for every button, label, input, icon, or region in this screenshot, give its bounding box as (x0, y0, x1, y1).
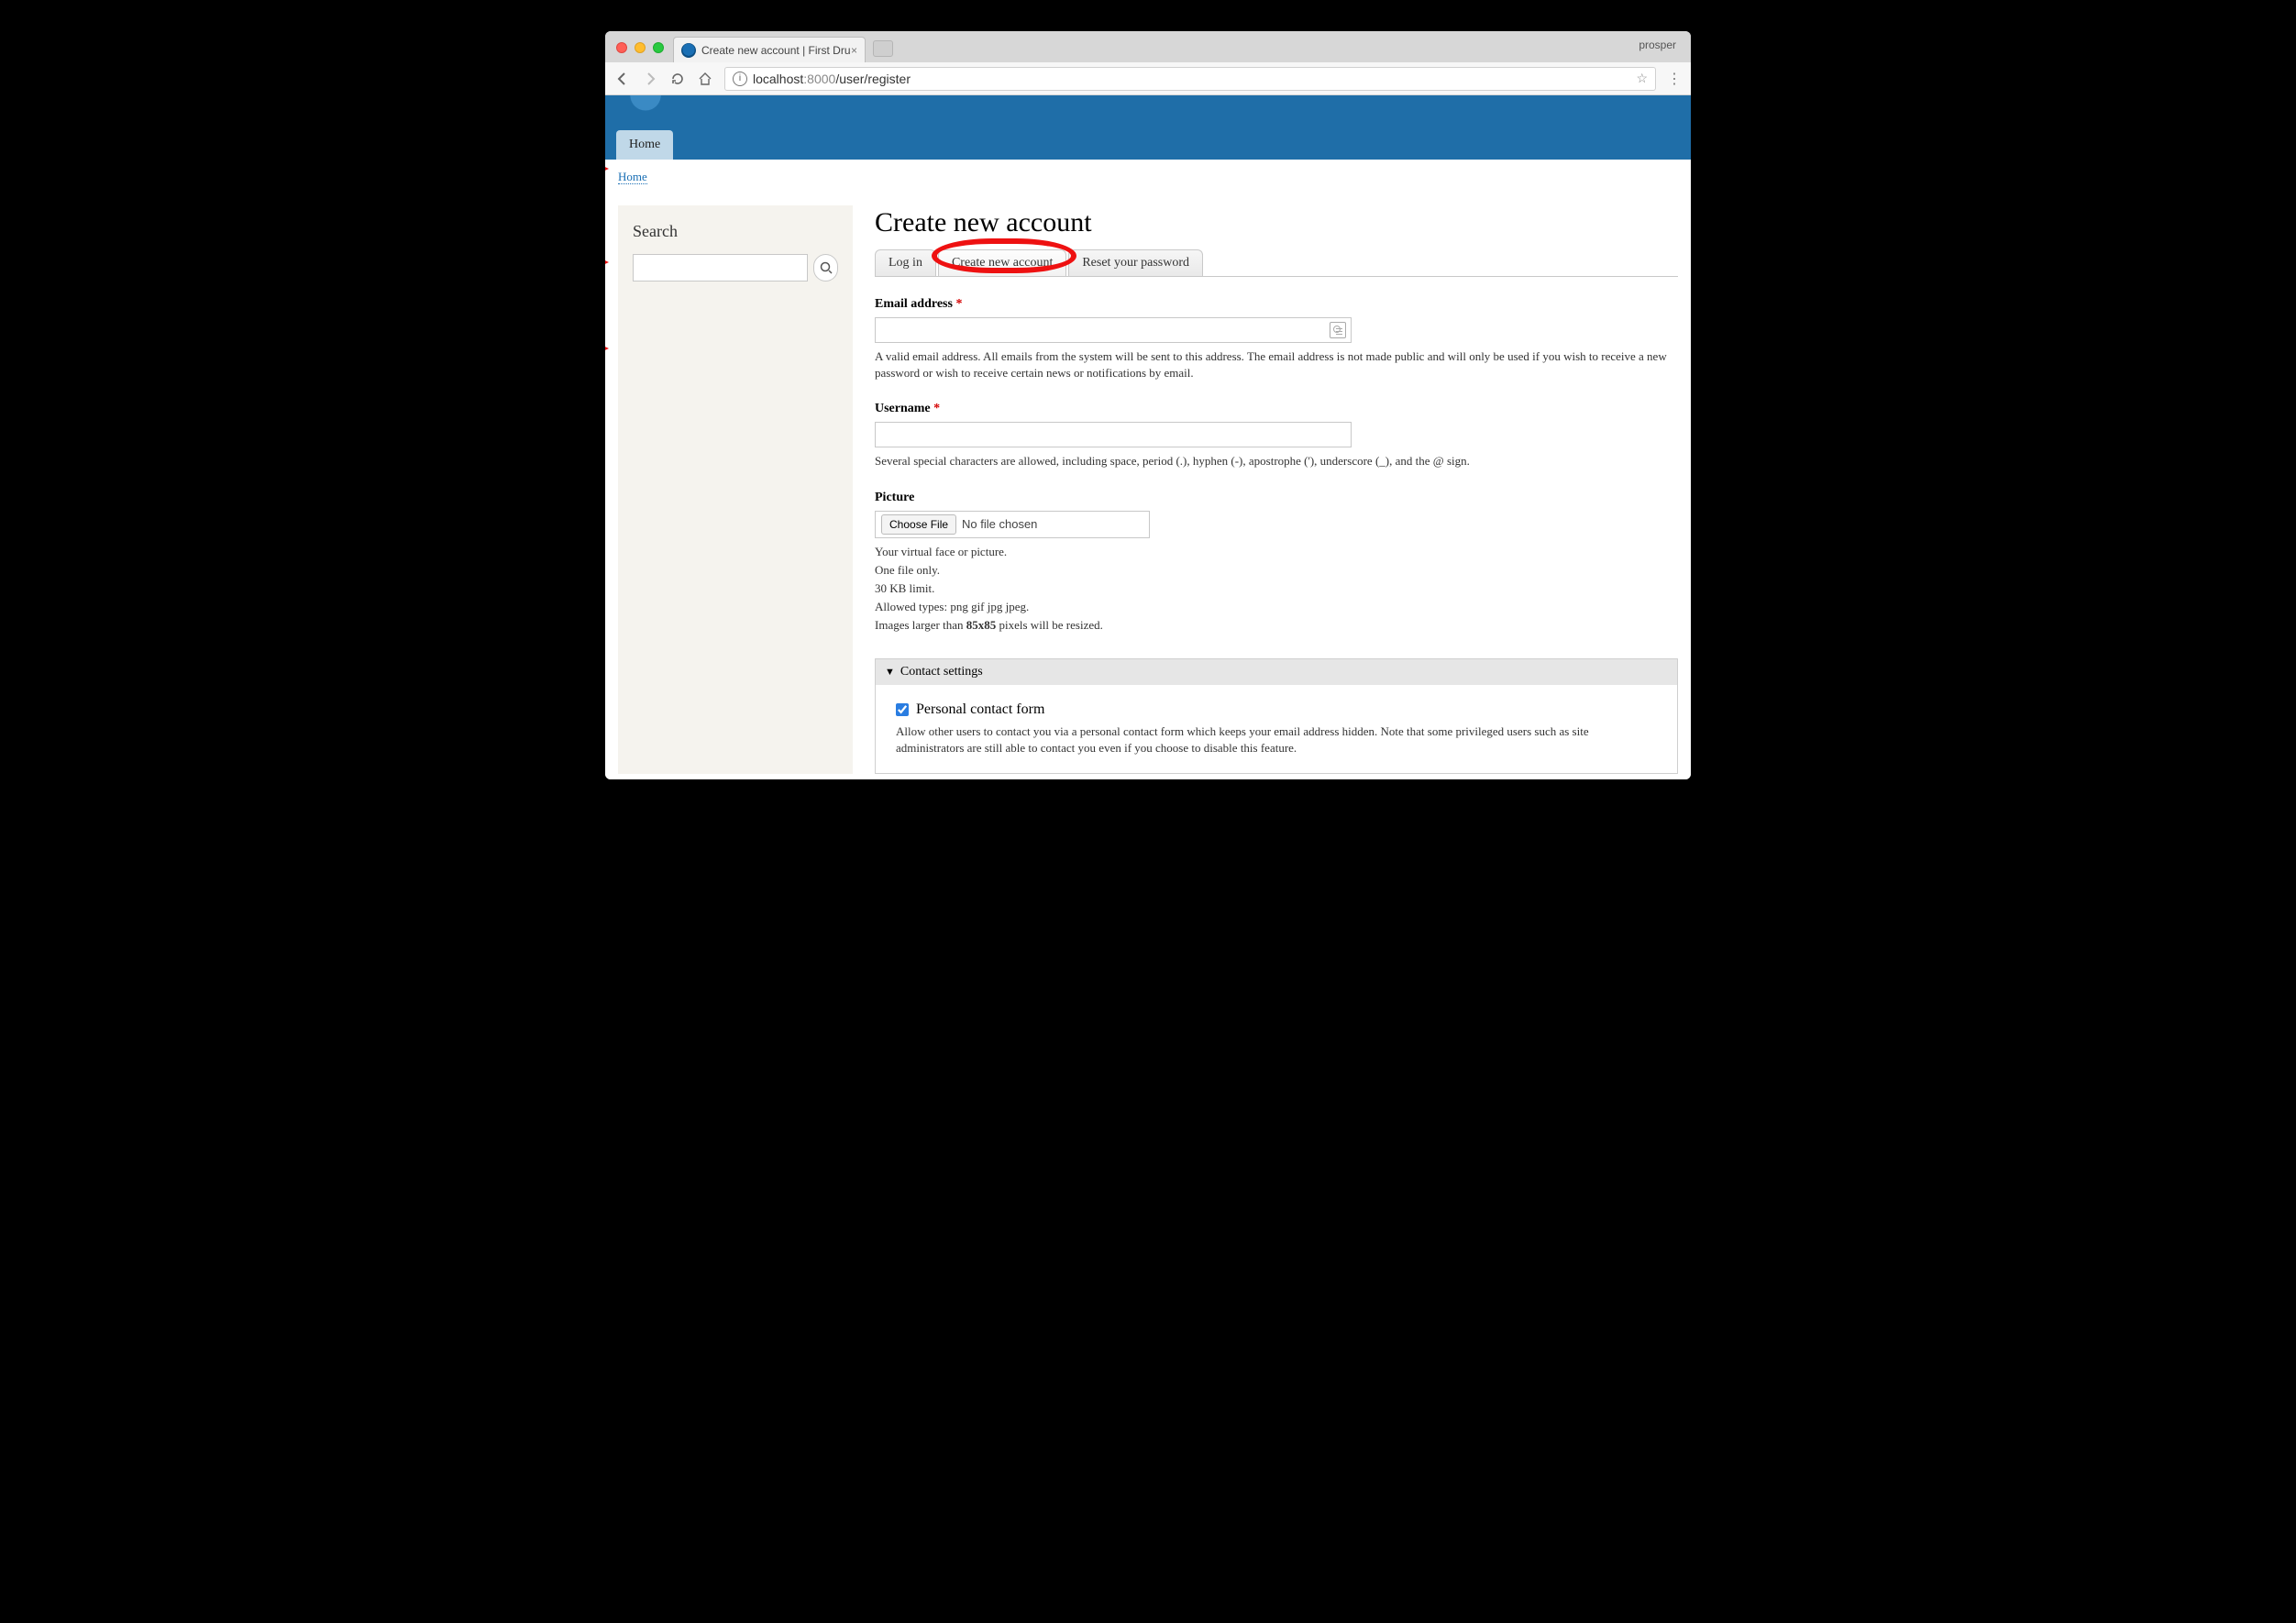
contact-help: Allow other users to contact you via a p… (896, 723, 1657, 756)
annotation-arrow-2 (605, 242, 609, 275)
profile-name[interactable]: prosper (1639, 39, 1676, 51)
site-info-icon[interactable]: i (733, 72, 747, 86)
tab-title: Create new account | First Dru (701, 44, 851, 57)
email-help: A valid email address. All emails from t… (875, 348, 1678, 381)
tab-create-account[interactable]: Create new account (938, 249, 1066, 276)
email-label: Email address (875, 297, 953, 311)
picture-file-input[interactable]: Choose File No file chosen (875, 511, 1150, 538)
choose-file-button[interactable]: Choose File (881, 514, 956, 535)
required-marker: * (933, 402, 940, 415)
tab-bar: Create new account | First Dru × prosper (605, 31, 1691, 62)
close-window-button[interactable] (616, 42, 627, 53)
reload-button[interactable] (669, 71, 686, 87)
search-icon (819, 260, 833, 275)
drupal-favicon-icon (681, 43, 696, 58)
contact-card-icon (1330, 322, 1346, 338)
sidebar: Search (618, 205, 853, 774)
primary-nav: Home (605, 125, 1691, 160)
file-status-text: No file chosen (962, 517, 1037, 531)
back-button[interactable] (614, 71, 631, 87)
username-help: Several special characters are allowed, … (875, 453, 1678, 469)
contact-settings-panel: Contact settings Personal contact form A… (875, 658, 1678, 774)
personal-contact-checkbox[interactable] (896, 703, 909, 716)
url-host: localhost (753, 72, 803, 86)
picture-help-5: Images larger than 85x85 pixels will be … (875, 617, 1678, 634)
username-field[interactable] (875, 422, 1352, 447)
picture-help-2: One file only. (875, 562, 1678, 579)
url-port: :8000 (803, 72, 835, 86)
tab-login[interactable]: Log in (875, 249, 936, 276)
search-input[interactable] (633, 254, 808, 282)
new-tab-button[interactable] (873, 40, 893, 57)
home-icon[interactable] (697, 71, 713, 87)
picture-help-1: Your virtual face or picture. (875, 544, 1678, 560)
personal-contact-label: Personal contact form (916, 701, 1044, 718)
username-field-block: Username * Several special characters ar… (875, 402, 1678, 469)
address-bar[interactable]: i localhost:8000/user/register ☆ (724, 67, 1656, 91)
annotation-arrow-3 (605, 328, 609, 361)
browser-menu-button[interactable]: ⋮ (1667, 70, 1682, 88)
search-heading: Search (633, 222, 838, 241)
local-tabs: Log in Create new account Reset your pas… (875, 249, 1678, 277)
bookmark-star-icon[interactable]: ☆ (1636, 71, 1648, 86)
forward-button[interactable] (642, 71, 658, 87)
browser-window: Create new account | First Dru × prosper… (605, 31, 1691, 779)
picture-label: Picture (875, 491, 1678, 505)
main-content: Create new account Log in Create new acc… (875, 205, 1678, 774)
page-title: Create new account (875, 207, 1678, 238)
browser-toolbar: i localhost:8000/user/register ☆ ⋮ (605, 62, 1691, 95)
page-viewport: Home Home Search (605, 95, 1691, 779)
nav-home-link[interactable]: Home (616, 130, 673, 160)
username-label: Username (875, 402, 931, 415)
required-marker: * (955, 297, 962, 311)
picture-help-3: 30 KB limit. (875, 580, 1678, 597)
maximize-window-button[interactable] (653, 42, 664, 53)
browser-tab[interactable]: Create new account | First Dru × (673, 37, 866, 62)
email-field-block: Email address * A valid email address. A… (875, 297, 1678, 381)
tab-reset-password[interactable]: Reset your password (1068, 249, 1203, 276)
breadcrumb: Home (605, 160, 1691, 194)
url-path: /user/register (835, 72, 911, 86)
minimize-window-button[interactable] (635, 42, 646, 53)
window-controls (613, 42, 669, 62)
site-logo-icon (625, 95, 666, 117)
picture-field-block: Picture Choose File No file chosen Your … (875, 491, 1678, 635)
contact-settings-summary[interactable]: Contact settings (876, 659, 1677, 685)
close-tab-icon[interactable]: × (851, 44, 857, 57)
breadcrumb-home-link[interactable]: Home (618, 170, 647, 184)
email-field[interactable] (875, 317, 1352, 343)
site-header (605, 95, 1691, 125)
picture-help-4: Allowed types: png gif jpg jpeg. (875, 599, 1678, 615)
search-button[interactable] (813, 254, 838, 282)
